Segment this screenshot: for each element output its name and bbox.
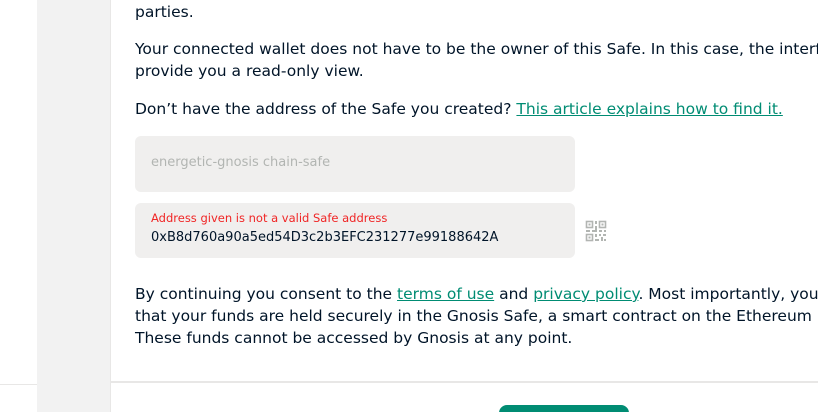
- consent-text-line1: By continuing you consent to the terms o…: [135, 283, 818, 305]
- sidebar-divider: [0, 384, 37, 385]
- safe-address-input[interactable]: Address given is not a valid Safe addres…: [135, 203, 575, 258]
- consent-text-line2: that your funds are held securely in the…: [135, 307, 818, 325]
- load-safe-card: parties. Your connected wallet does not …: [110, 0, 818, 412]
- left-sidebar: [0, 0, 37, 412]
- safe-address-value: 0xB8d760a90a5ed54D3c2b3EFC231277e9918864…: [151, 230, 499, 245]
- terms-of-use-link[interactable]: terms of use: [397, 285, 494, 303]
- safe-name-input[interactable]: energetic-gnosis chain-safe: [135, 136, 575, 192]
- consent-text-line3: These funds cannot be accessed by Gnosis…: [135, 329, 573, 347]
- intro-text-end: parties.: [135, 3, 194, 21]
- find-address-article-link[interactable]: This article explains how to find it.: [516, 100, 782, 118]
- continue-button[interactable]: [499, 405, 629, 412]
- consent-intro: By continuing you consent to the: [135, 285, 393, 303]
- address-error-message: Address given is not a valid Safe addres…: [151, 211, 388, 225]
- consent-line1-end: . Most importantly, you confi: [638, 285, 818, 303]
- wallet-owner-note-line2: provide you a read-only view.: [135, 62, 364, 80]
- page-background: [37, 0, 110, 412]
- privacy-policy-link[interactable]: privacy policy: [533, 285, 638, 303]
- address-help-text: Don’t have the address of the Safe you c…: [135, 98, 783, 120]
- wallet-owner-note-line1: Your connected wallet does not have to b…: [135, 40, 818, 58]
- card-footer-divider: [111, 381, 818, 383]
- qr-code-icon[interactable]: [585, 220, 607, 242]
- address-help-question: Don’t have the address of the Safe you c…: [135, 100, 512, 118]
- safe-name-placeholder: energetic-gnosis chain-safe: [151, 155, 331, 170]
- consent-and: and: [499, 285, 529, 303]
